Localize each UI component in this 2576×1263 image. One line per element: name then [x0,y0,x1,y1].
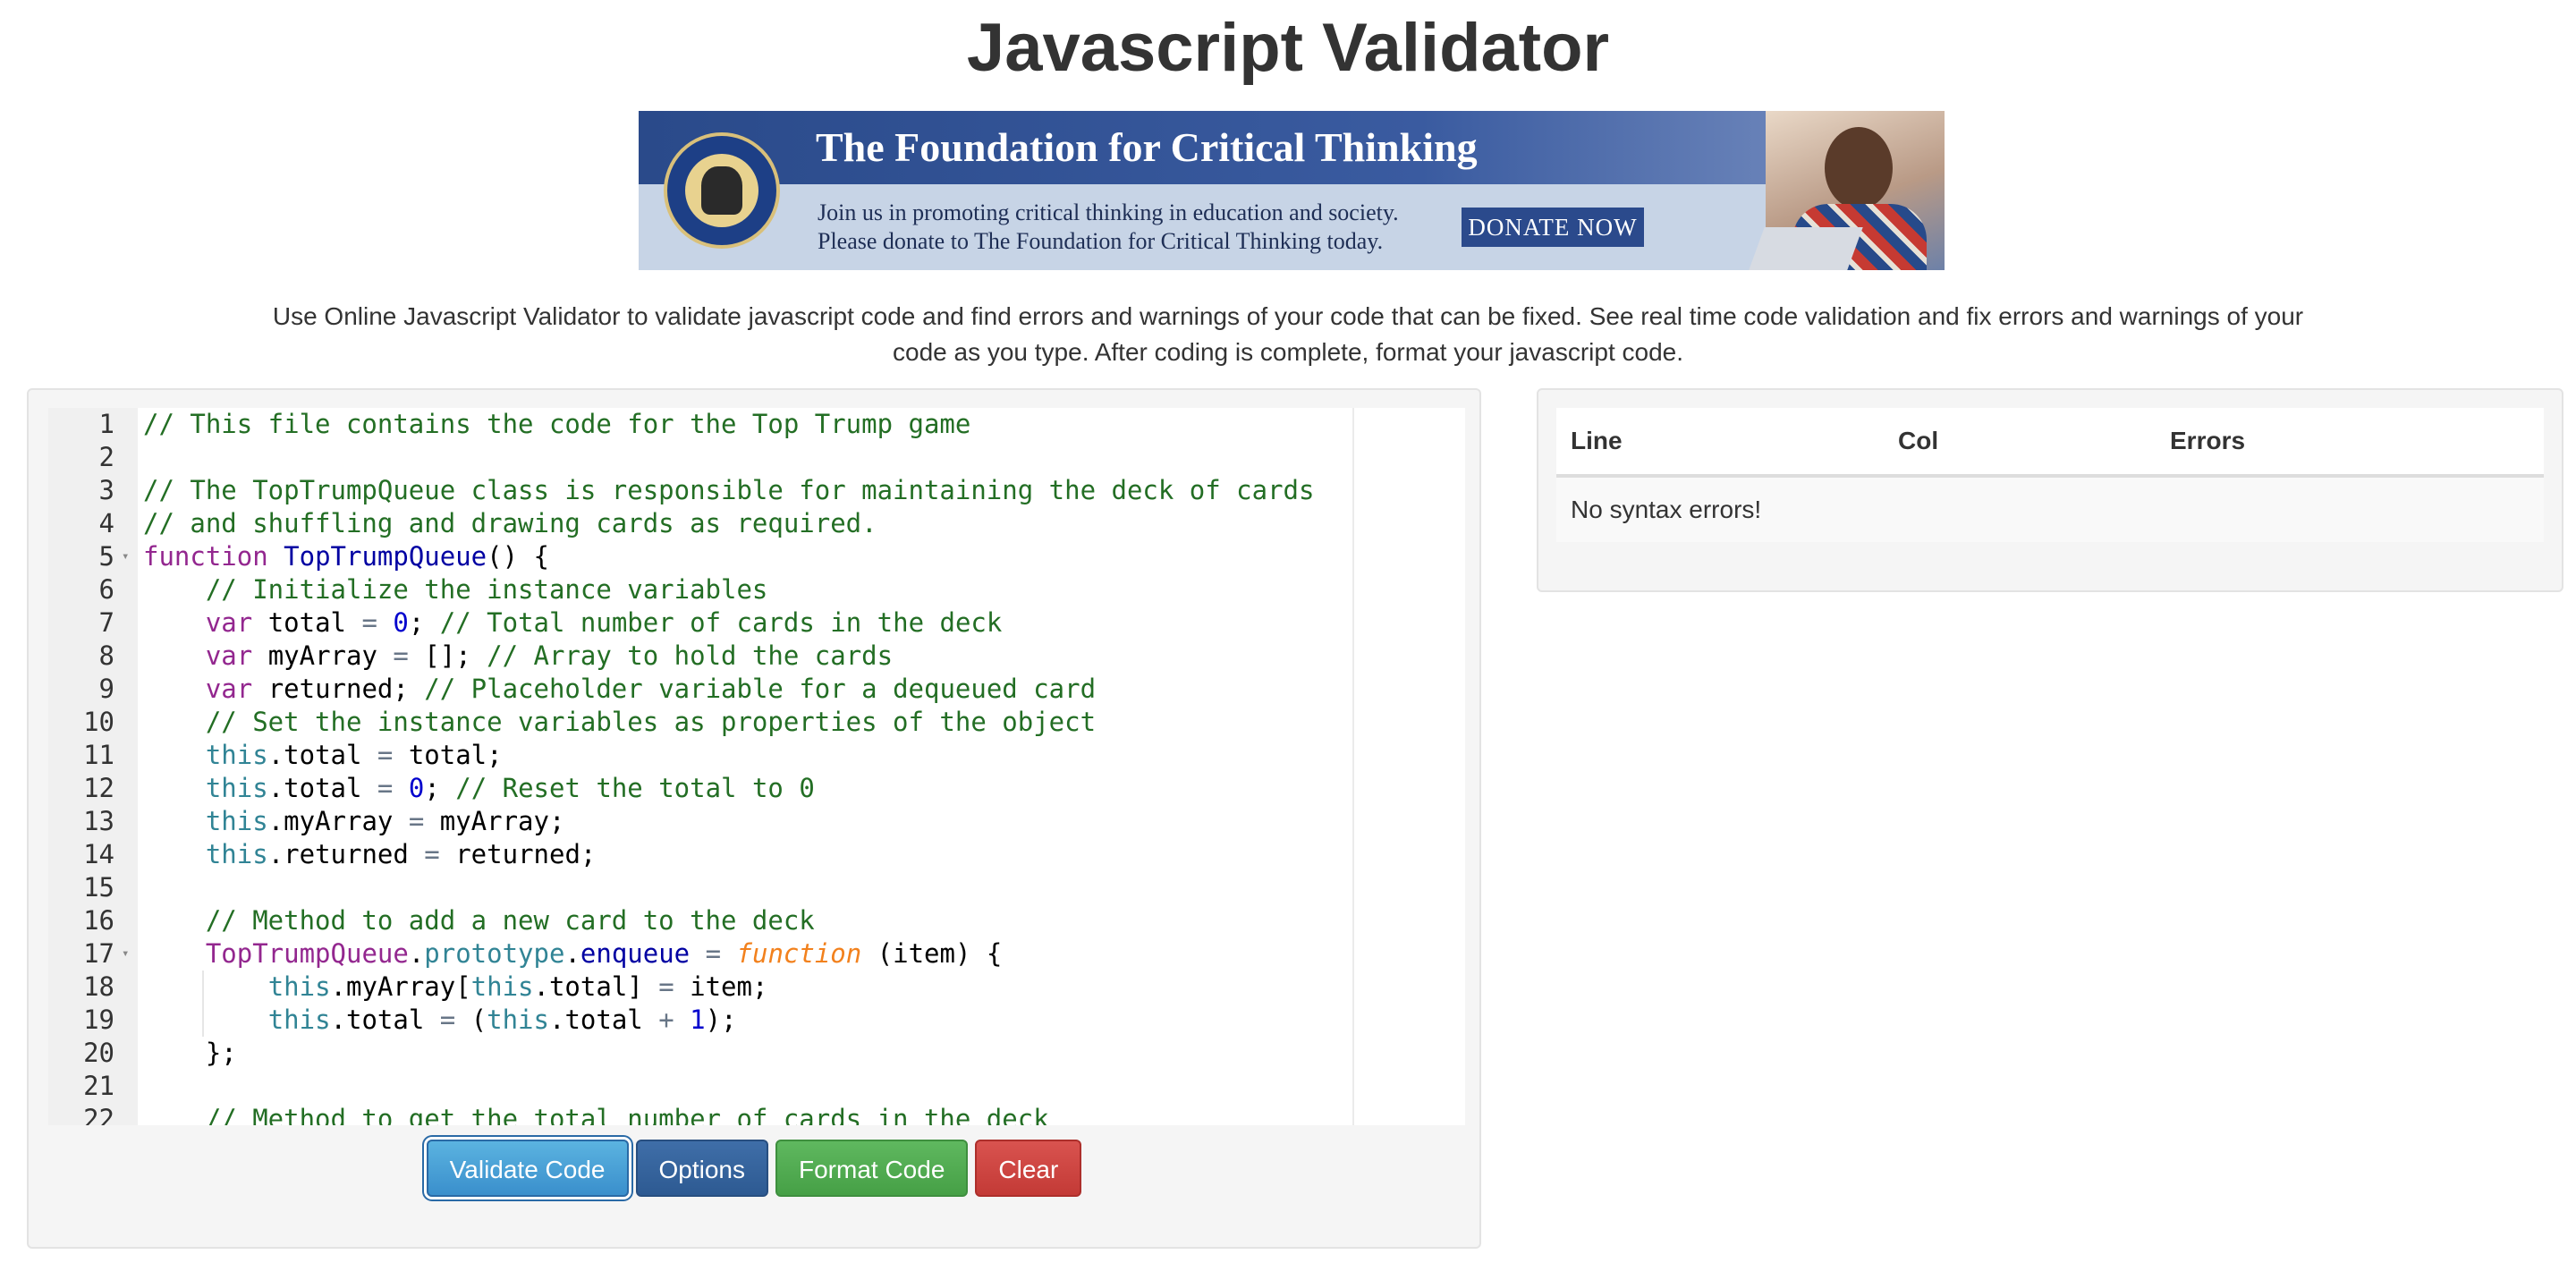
column-header-col: Col [1898,427,1939,454]
table-row: No syntax errors! [1556,478,2544,542]
code-line: // Method to get the total number of car… [143,1104,1049,1125]
indent-guide [202,971,204,1037]
line-number: 6 [98,574,114,605]
code-line: var total = 0; // Total number of cards … [205,607,1003,638]
code-line: this.total = (this.total + 1); [267,1004,737,1035]
line-number: 21 [83,1071,114,1101]
line-number: 11 [83,740,114,770]
code-line: function TopTrumpQueue() { [143,541,549,572]
results-panel: Line Col Errors No syntax errors! [1537,388,2563,592]
banner-heading: The Foundation for Critical Thinking [816,124,1478,170]
code-editor[interactable]: 1 // This file contains the code for the … [48,408,1465,1125]
line-number: 3 [98,475,114,505]
code-line: this.myArray[this.total] = item; [267,971,768,1002]
code-line: var myArray = []; // Array to hold the c… [205,640,894,671]
code-line: // This file contains the code for the T… [143,409,971,439]
line-number: 14 [83,839,114,869]
line-number: 15 [83,872,114,903]
errors-table: Line Col Errors No syntax errors! [1556,408,2544,542]
column-header-line: Line [1571,427,1623,454]
errors-table-header: Line Col Errors [1556,408,2544,478]
code-line: TopTrumpQueue.prototype.enqueue = functi… [205,938,1003,969]
options-button[interactable]: Options [635,1140,768,1197]
donation-banner[interactable]: The Foundation for Critical Thinking Joi… [639,111,1945,270]
foundation-seal-logo [664,132,780,249]
line-number: 18 [83,971,114,1002]
line-number: 19 [83,1004,114,1035]
line-number: 8 [98,640,114,671]
line-number: 4 [98,508,114,538]
format-code-button[interactable]: Format Code [775,1140,969,1197]
code-line: var returned; // Placeholder variable fo… [205,674,1097,704]
line-number: 22 [83,1104,114,1125]
line-number: 7 [98,607,114,638]
code-line: // The TopTrumpQueue class is responsibl… [143,475,1315,505]
clear-button[interactable]: Clear [975,1140,1082,1197]
line-number: 13 [83,806,114,836]
fold-toggle-icon[interactable]: ▾ [122,937,129,971]
line-number: 12 [83,773,114,803]
code-line: this.myArray = myArray; [205,806,565,836]
code-line: // and shuffling and drawing cards as re… [143,508,877,538]
no-errors-message: No syntax errors! [1571,496,1762,523]
code-line: // Initialize the instance variables [143,574,768,605]
intro-text: Use Online Javascript Validator to valid… [272,302,2304,366]
line-number: 9 [98,674,114,704]
line-number: 2 [98,442,114,472]
banner-text-line-2: Please donate to The Foundation for Crit… [818,228,1384,254]
code-line: }; [143,1038,237,1068]
code-line: this.returned = returned; [205,839,597,869]
line-number: 10 [83,707,114,737]
validate-code-button[interactable]: Validate Code [426,1140,629,1197]
line-number: 20 [83,1038,114,1068]
code-line: // Method to add a new card to the deck [143,905,815,936]
banner-photo [1749,111,1945,270]
column-header-errors: Errors [2170,427,2246,454]
code-line: this.total = total; [205,740,503,770]
action-buttons: Validate Code Options Format Code Clear [29,1140,1479,1197]
banner-text-line-1: Join us in promoting critical thinking i… [818,199,1399,225]
code-line: this.total = 0; // Reset the total to 0 [205,773,815,803]
page-title: Javascript Validator [966,10,1610,86]
line-number: 16 [83,905,114,936]
donate-now-button[interactable]: DONATE NOW [1462,208,1644,247]
fold-toggle-icon[interactable]: ▾ [122,540,129,573]
line-number: 5 [98,541,114,572]
code-line: // Set the instance variables as propert… [143,707,1097,737]
line-number: 1 [98,409,114,439]
editor-panel: 1 // This file contains the code for the … [27,388,1481,1249]
line-number: 17 [83,938,114,969]
